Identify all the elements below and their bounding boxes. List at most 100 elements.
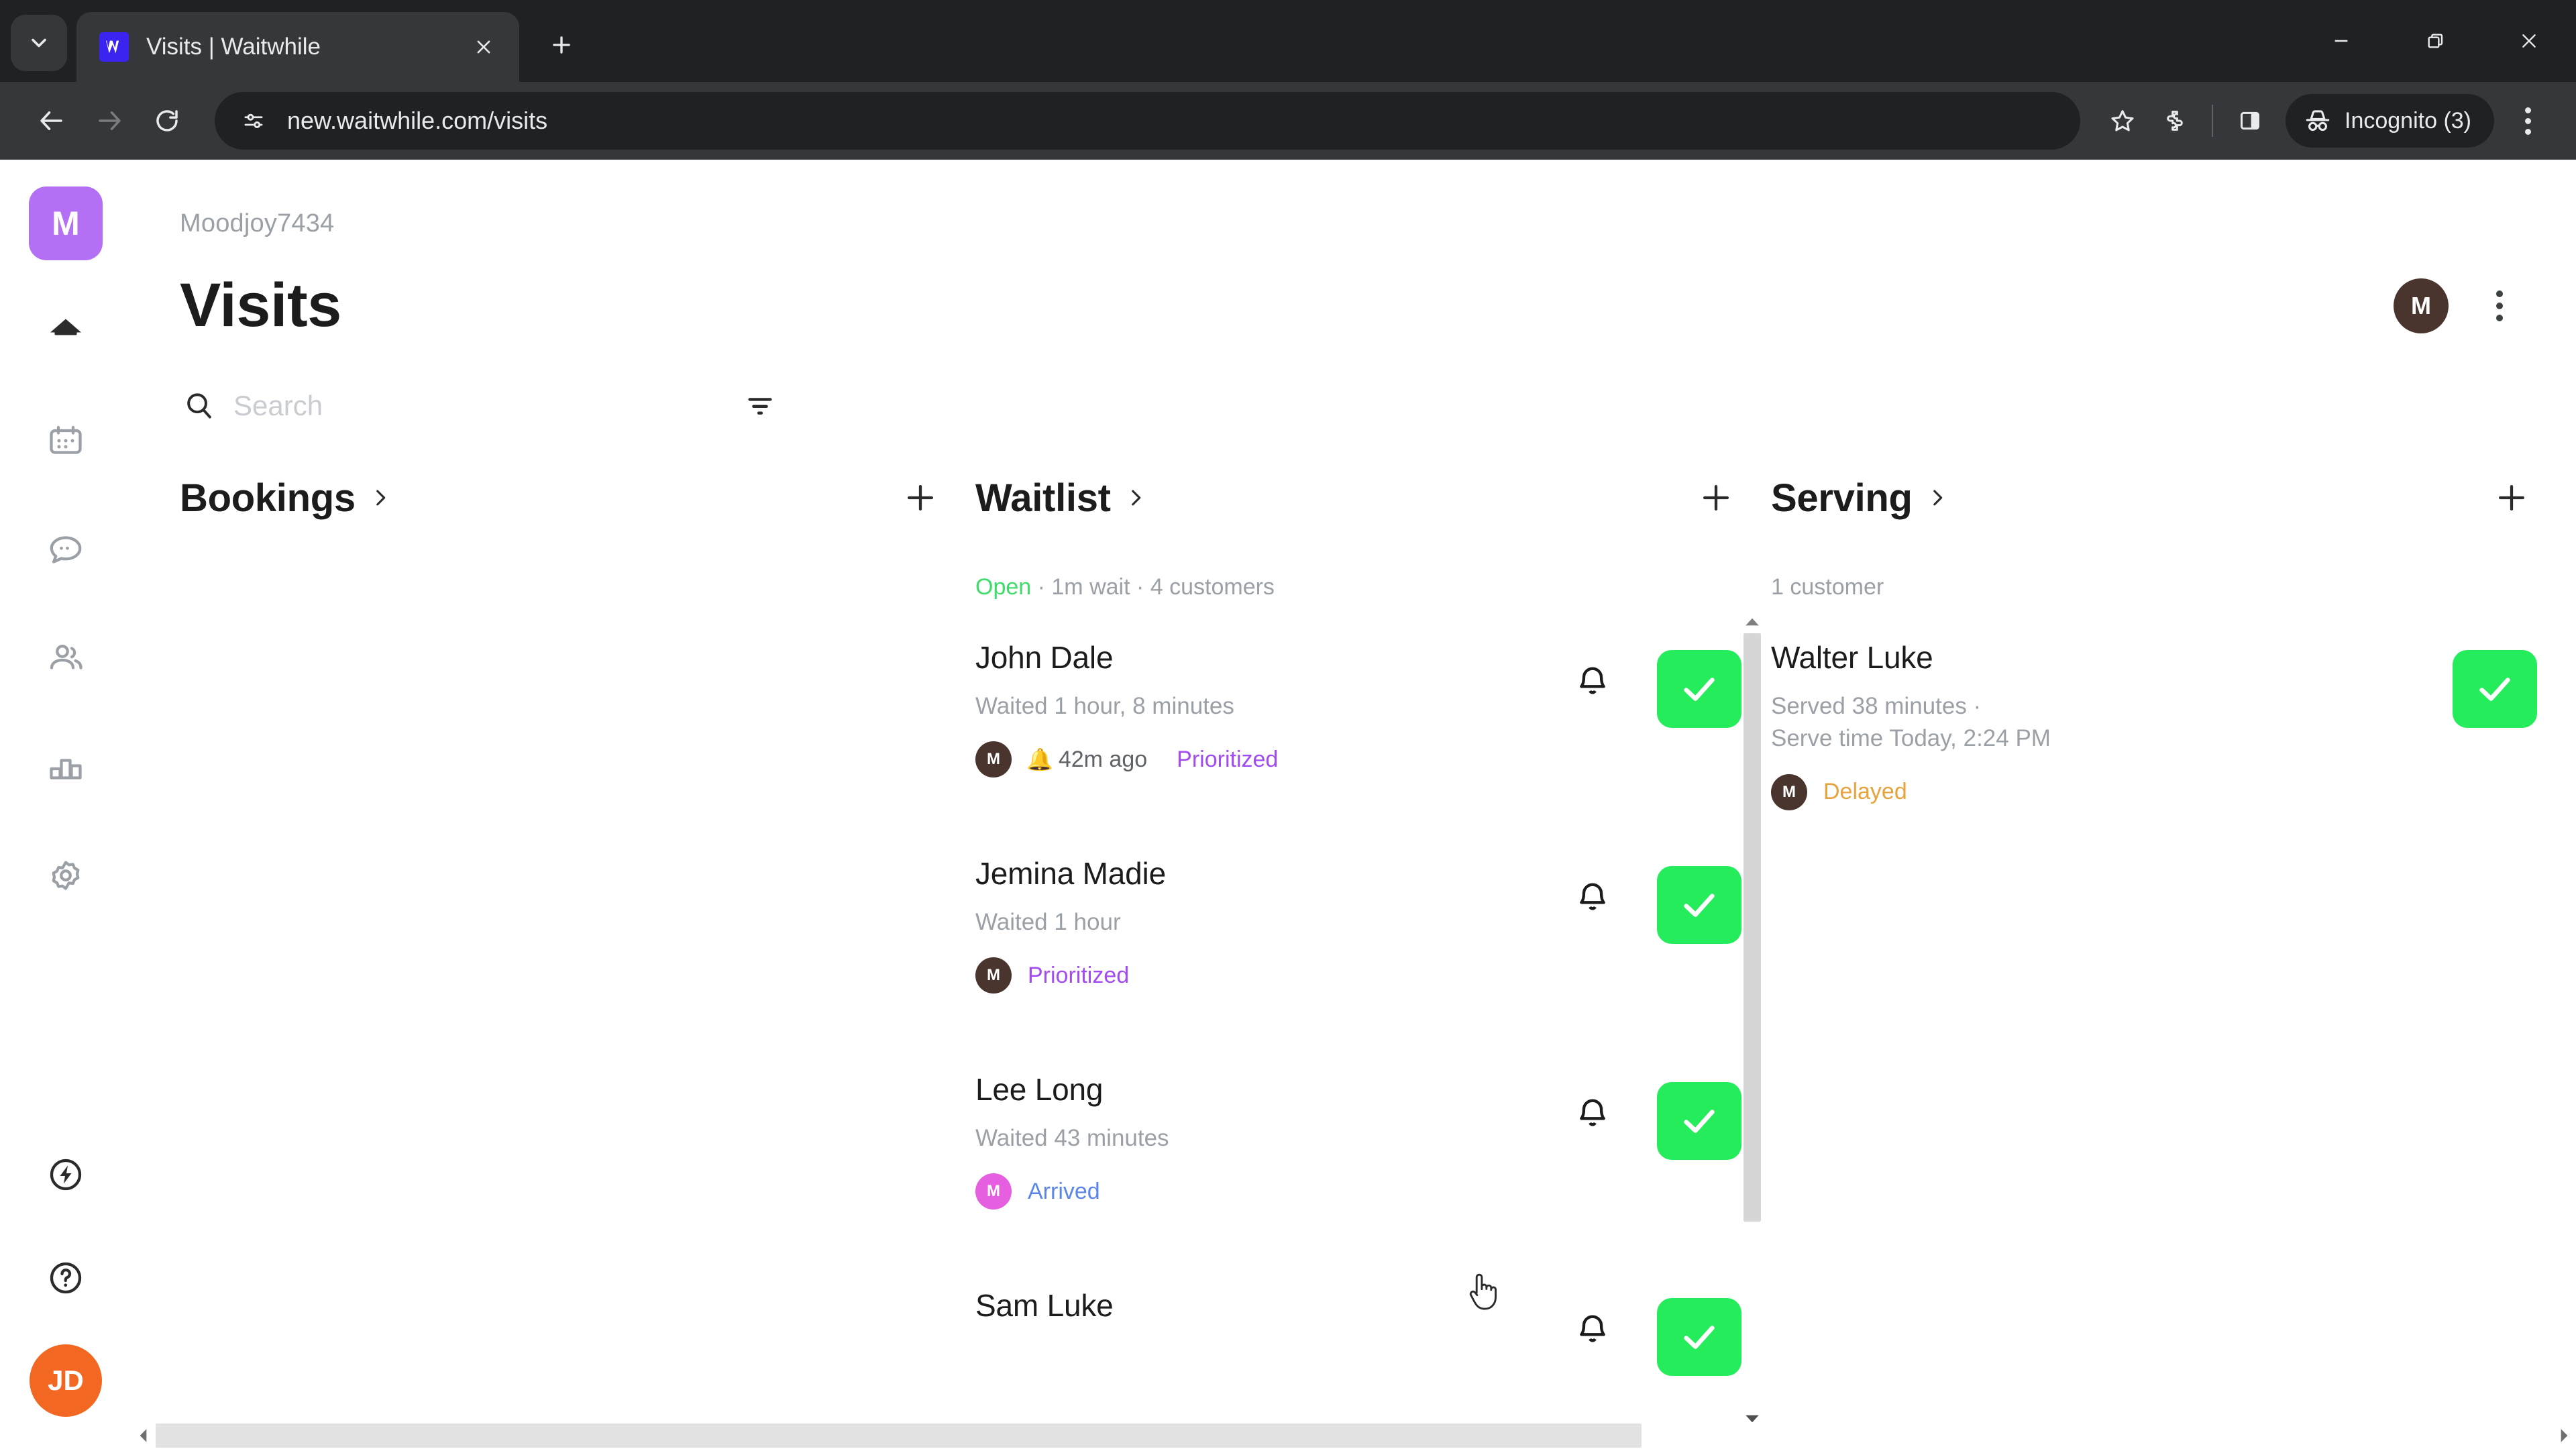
serve-button[interactable] [1657,1082,1741,1160]
chevron-right-icon[interactable] [1124,486,1147,509]
new-tab-button[interactable] [537,20,586,70]
address-bar[interactable]: new.waitwhile.com/visits [215,92,2080,150]
sidebar-item-messages[interactable] [29,513,103,586]
workspace-logo[interactable]: M [29,186,103,260]
add-waitlist-entry-button[interactable] [1690,472,1741,523]
column-waitlist: Waitlist Open · 1m wait · 4 customers Jo… [975,472,1771,1449]
scrollbar-track[interactable] [156,1424,2552,1448]
people-icon [50,645,83,669]
location-avatar[interactable]: M [2394,278,2449,333]
back-button[interactable] [23,92,80,150]
chrome-menu-button[interactable] [2502,95,2553,146]
serve-button[interactable] [1657,1298,1741,1376]
sidebar-item-whats-new[interactable] [29,1138,103,1212]
scroll-left-button[interactable] [131,1422,156,1449]
chat-icon [50,536,82,564]
avatar: M [975,1173,1012,1210]
notify-button[interactable] [1560,1298,1625,1362]
sidebar-item-help[interactable] [29,1241,103,1315]
scroll-right-button[interactable] [2552,1422,2576,1449]
visits-board: Bookings Waitlist Open · 1m wait · 4 cus… [180,472,2576,1449]
side-panel-button[interactable] [2224,95,2276,147]
serve-button[interactable] [1657,866,1741,944]
scrollbar-track[interactable] [1743,633,1761,1407]
close-window-button[interactable] [2482,0,2576,82]
column-title[interactable]: Waitlist [975,476,1111,521]
column-serving: Serving 1 customer Walter Luke Served 38… [1771,472,2567,1449]
gear-icon [52,861,80,890]
check-icon [1684,894,1715,917]
extensions-button[interactable] [2149,95,2201,147]
card-actions [2453,639,2537,728]
waitlist-scrollbar[interactable] [1739,610,1766,1430]
extensions-icon [2167,111,2183,131]
bell-icon [1580,667,1605,694]
page-title: Visits [180,271,341,339]
notify-button[interactable] [1560,650,1625,714]
sidebar-item-home[interactable] [29,295,103,369]
status-badge: Prioritized [1177,746,1279,772]
board-horizontal-scrollbar[interactable] [131,1422,2576,1449]
filter-button[interactable] [737,382,784,429]
plus-icon [2498,484,2525,511]
scrollbar-thumb[interactable] [156,1424,1642,1448]
card-actions [1560,855,1741,944]
reload-button[interactable] [138,92,196,150]
browser-tab[interactable]: Visits | Waitwhile [76,12,519,82]
bookmark-button[interactable] [2096,95,2149,147]
plus-icon [907,484,934,511]
waitlist-status: Open · 1m wait · 4 customers [975,574,1741,600]
url-text: new.waitwhile.com/visits [287,107,548,134]
chevron-right-icon[interactable] [1926,486,1949,509]
chevron-right-icon[interactable] [369,486,392,509]
minimize-window-button[interactable] [2294,0,2388,82]
forward-button[interactable] [80,92,138,150]
serve-details: Served 38 minutes · Serve time Today, 2:… [1771,690,2453,755]
close-tab-button[interactable] [467,30,500,64]
avatar: M [975,741,1012,778]
waitlist-card[interactable]: Jemina Madie Waited 1 hour M Prioritized [975,846,1741,1062]
scroll-up-button[interactable] [1739,610,1766,633]
waitwhile-favicon [99,32,129,62]
sidebar-item-analytics[interactable] [29,730,103,804]
customer-name: Jemina Madie [975,856,1166,891]
column-title[interactable]: Bookings [180,476,356,521]
add-booking-button[interactable] [895,472,946,523]
waitlist-card[interactable]: Lee Long Waited 43 minutes M Arrived [975,1062,1741,1278]
waitlist-card[interactable]: John Dale Waited 1 hour, 8 minutes M 🔔 4… [975,630,1741,846]
incognito-profile-chip[interactable]: Incognito (3) [2286,94,2494,148]
status-badge: Delayed [1823,779,1907,805]
notify-button[interactable] [1560,1082,1625,1146]
sidebar-item-calendar[interactable] [29,404,103,478]
page-options-button[interactable] [2474,280,2525,331]
column-header-serving: Serving [1771,472,2537,523]
bell-icon [1580,1099,1605,1126]
calendar-icon [50,425,82,454]
customer-name: Lee Long [975,1072,1104,1107]
chevron-down-icon [32,38,46,48]
reload-icon [156,110,178,131]
column-header-bookings: Bookings [180,472,946,523]
serve-button[interactable] [1657,650,1741,728]
tab-search-button[interactable] [11,15,67,71]
card-meta: M Arrived [975,1173,1560,1210]
user-avatar[interactable]: JD [30,1344,102,1417]
scrollbar-thumb[interactable] [1743,633,1761,1222]
maximize-window-button[interactable] [2388,0,2482,82]
question-mark-icon [50,1262,82,1294]
column-title[interactable]: Serving [1771,476,1913,521]
sidebar-item-settings[interactable] [29,839,103,912]
card-actions [1560,639,1741,728]
bell-icon [1580,883,1605,910]
site-settings-button[interactable] [235,102,272,140]
caret-left-icon [140,1429,147,1442]
serving-card[interactable]: Walter Luke Served 38 minutes · Serve ti… [1771,630,2537,846]
add-serving-entry-button[interactable] [2486,472,2537,523]
page-header: Visits M [180,270,2576,341]
browser-window: Visits | Waitwhile new.waitwhile.com/vis… [0,0,2576,1449]
search-input[interactable] [233,390,737,422]
card-meta: M 🔔 42m ago Prioritized [975,741,1560,778]
complete-button[interactable] [2453,650,2537,728]
notify-button[interactable] [1560,866,1625,930]
sidebar-item-customers[interactable] [29,621,103,695]
